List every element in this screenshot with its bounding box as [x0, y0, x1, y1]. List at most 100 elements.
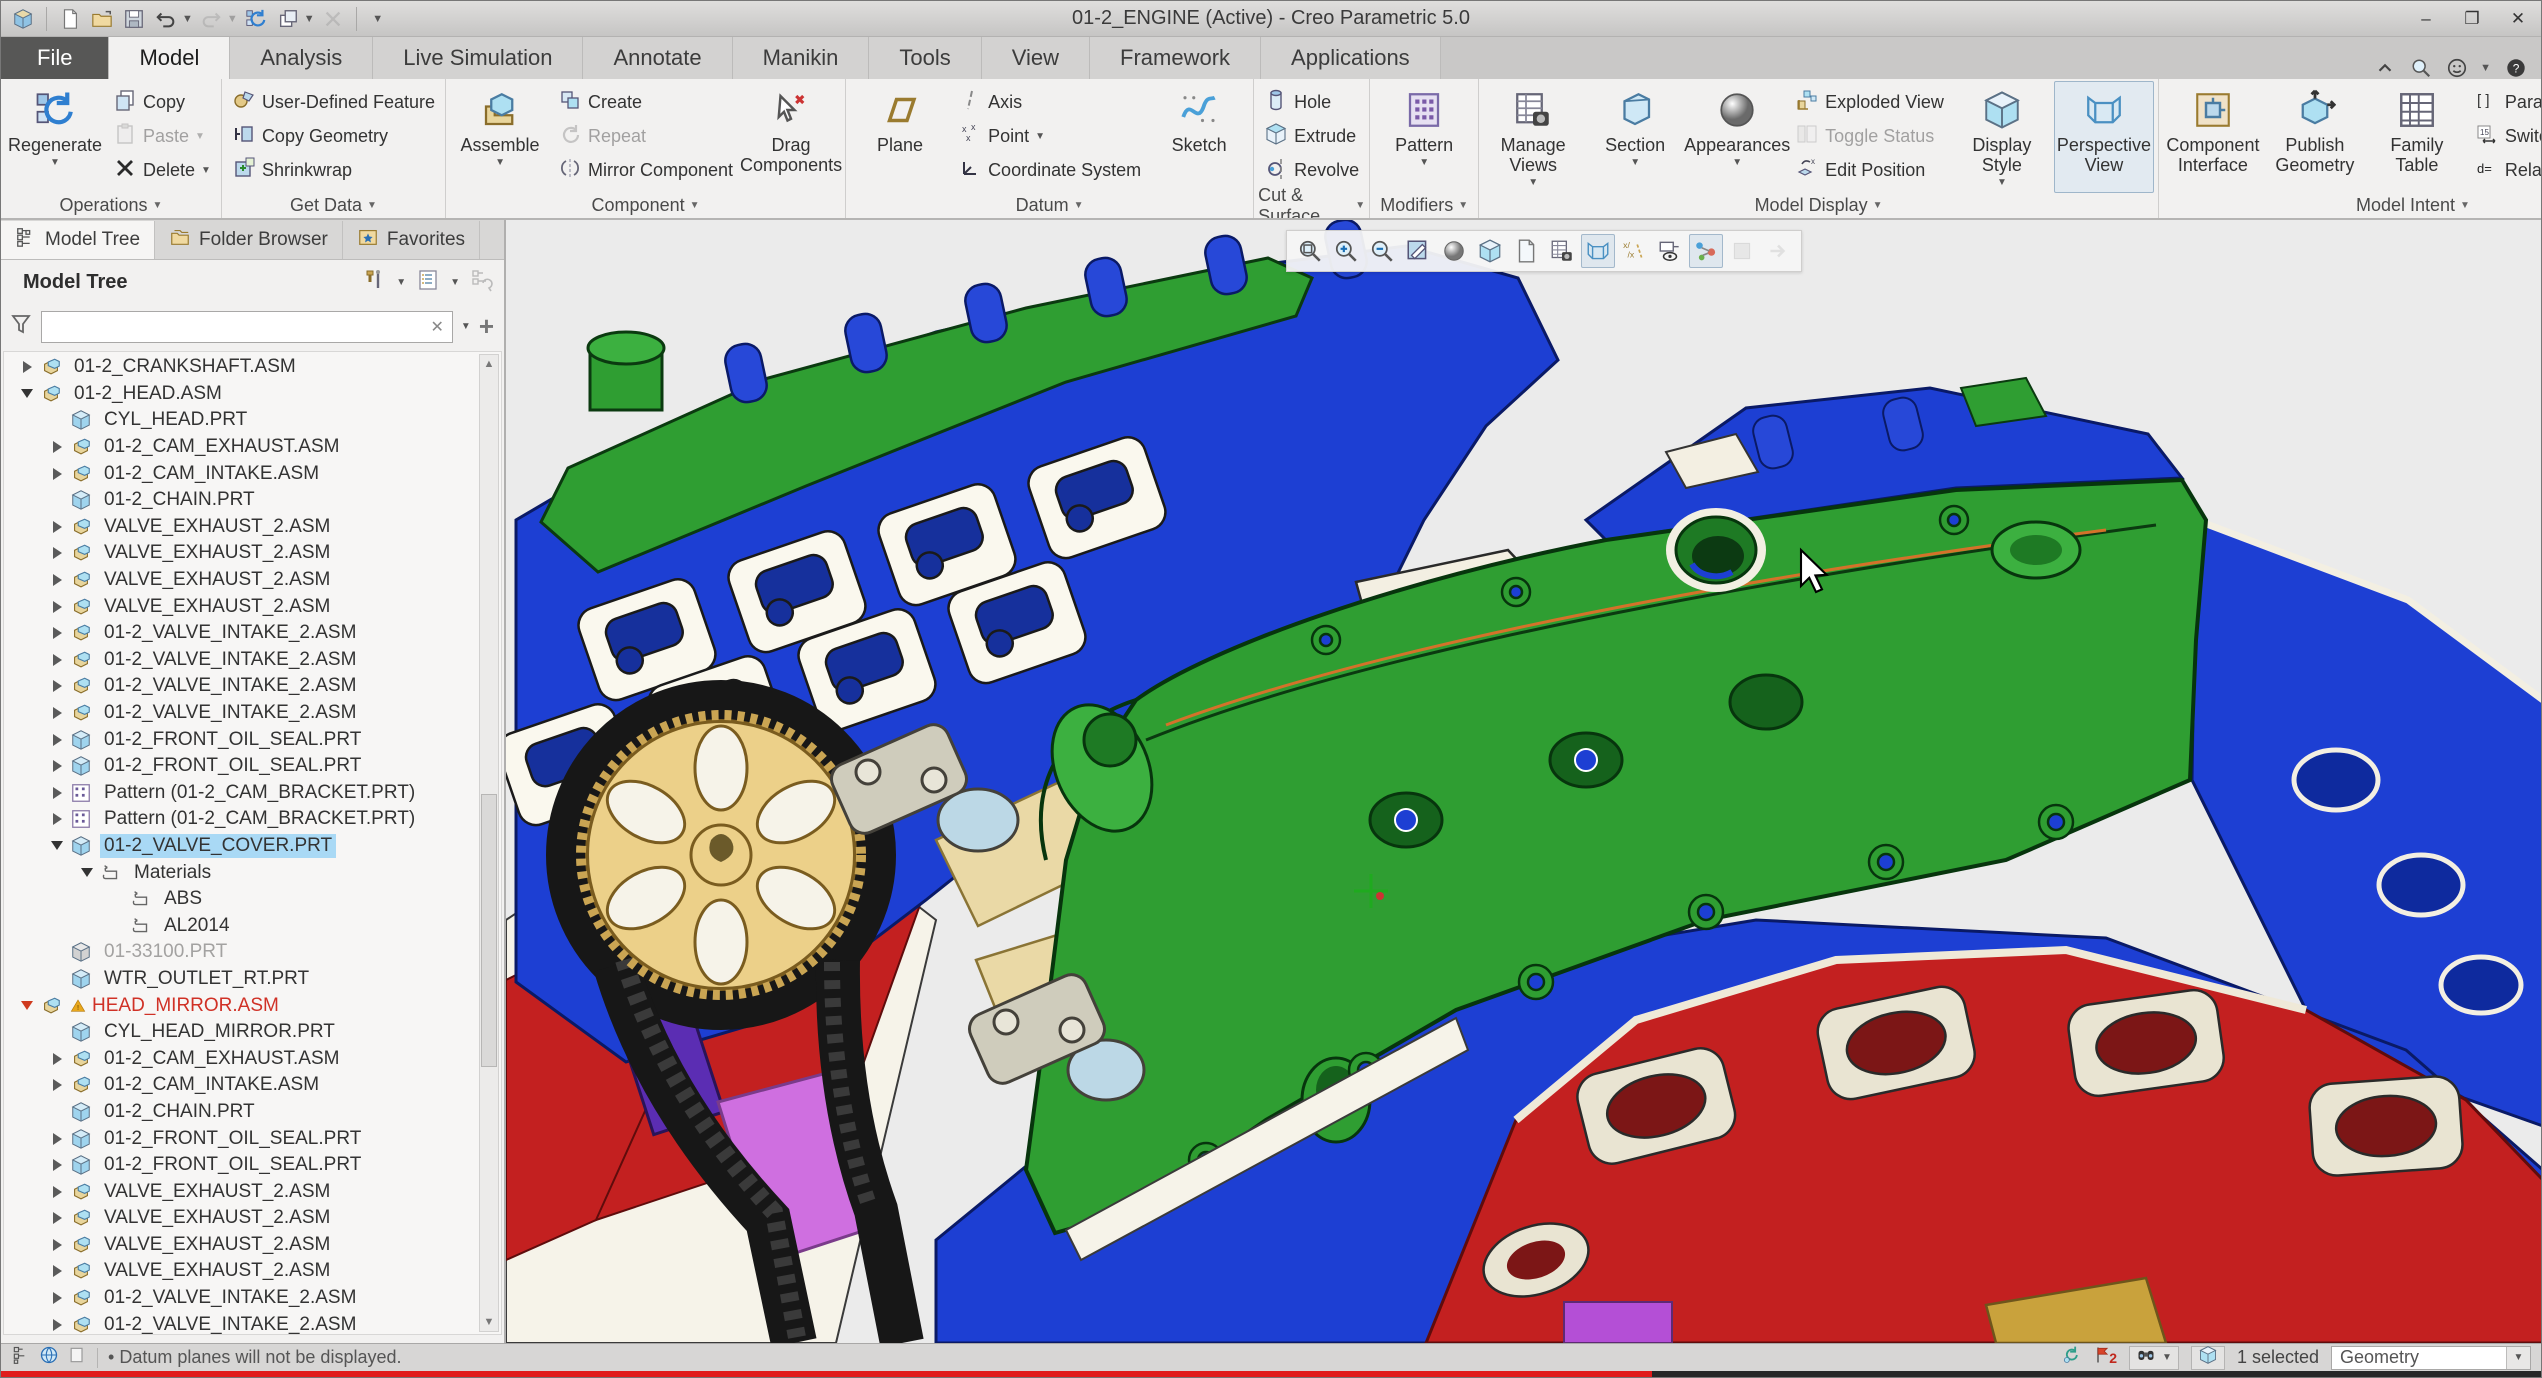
tree-item[interactable]: VALVE_EXHAUST_2.ASM — [4, 1232, 477, 1259]
tab-view[interactable]: View — [982, 37, 1090, 79]
search-dropdown-icon[interactable]: ▼ — [461, 321, 471, 332]
tree-item[interactable]: AL2014 — [4, 912, 477, 939]
assemble-button[interactable]: Assemble▼ — [450, 81, 550, 193]
expand-arrow-icon[interactable] — [46, 813, 68, 825]
tree-scrollbar[interactable]: ▲ ▼ — [479, 354, 499, 1332]
tree-item[interactable]: 01-2_VALVE_INTAKE_2.ASM — [4, 700, 477, 727]
expand-arrow-icon[interactable] — [46, 1239, 68, 1251]
find-tool[interactable]: ▼ — [2129, 1346, 2179, 1370]
manage-views-button[interactable]: Manage Views▼ — [1483, 81, 1583, 193]
selection-filter-dropdown[interactable]: Geometry ▼ — [2331, 1346, 2531, 1370]
minimize-button[interactable]: – — [2403, 5, 2449, 33]
expand-arrow-icon[interactable] — [46, 627, 68, 639]
plane-button[interactable]: Plane — [850, 81, 950, 193]
tree-item[interactable]: 01-2_CHAIN.PRT — [4, 487, 477, 514]
coordinate-system-button[interactable]: Coordinate System — [952, 153, 1147, 187]
expand-arrow-icon[interactable] — [46, 841, 68, 850]
expand-arrow-icon[interactable] — [46, 1212, 68, 1224]
expand-arrow-icon[interactable] — [46, 680, 68, 692]
close-button[interactable]: ✕ — [2495, 5, 2541, 33]
drag-components-button[interactable]: Drag Components — [741, 81, 841, 193]
tab-model[interactable]: Model — [109, 37, 230, 79]
delete-button[interactable]: Delete▼ — [107, 153, 217, 187]
tree-item[interactable]: WTR_OUTLET_RT.PRT — [4, 966, 477, 993]
expand-arrow-icon[interactable] — [46, 521, 68, 533]
datum-display-icon[interactable]: x//x — [1617, 234, 1651, 268]
copy-geometry-button[interactable]: Copy Geometry — [226, 119, 441, 153]
expand-arrow-icon[interactable] — [46, 787, 68, 799]
expand-arrow-icon[interactable] — [76, 868, 98, 877]
regen-status-icon[interactable] — [2061, 1345, 2081, 1370]
group-label-get-data[interactable]: Get Data▼ — [226, 193, 441, 218]
expand-arrow-icon[interactable] — [46, 734, 68, 746]
tree-item[interactable]: 01-2_FRONT_OIL_SEAL.PRT — [4, 726, 477, 753]
tree-item[interactable]: 01-2_FRONT_OIL_SEAL.PRT — [4, 753, 477, 780]
tree-item[interactable]: 01-2_VALVE_INTAKE_2.ASM — [4, 1311, 477, 1335]
group-label-modifiers[interactable]: Modifiers▼ — [1374, 193, 1474, 218]
tree-item[interactable]: VALVE_EXHAUST_2.ASM — [4, 567, 477, 594]
tree-item[interactable]: 01-2_CAM_INTAKE.ASM — [4, 460, 477, 487]
group-label-component[interactable]: Component▼ — [450, 193, 841, 218]
tab-file[interactable]: File — [1, 37, 109, 79]
expand-arrow-icon[interactable] — [46, 1319, 68, 1331]
video-progress-bar[interactable] — [1, 1371, 2541, 1378]
tree-item[interactable]: 01-2_CHAIN.PRT — [4, 1099, 477, 1126]
tree-item[interactable]: 01-2_VALVE_INTAKE_2.ASM — [4, 647, 477, 674]
refit-icon[interactable] — [1293, 234, 1327, 268]
redo-icon[interactable] — [197, 5, 225, 33]
user-defined-feature-button[interactable]: User-Defined Feature — [226, 85, 441, 119]
expand-arrow-icon[interactable] — [46, 1265, 68, 1277]
expand-arrow-icon[interactable] — [16, 389, 38, 398]
appearances-button[interactable]: Appearances▼ — [1687, 81, 1787, 193]
view-manager-icon[interactable] — [1545, 234, 1579, 268]
collapse-ribbon-icon[interactable] — [2374, 57, 2396, 79]
tree-settings-icon[interactable] — [416, 268, 440, 297]
create-button[interactable]: Create — [552, 85, 739, 119]
tree-item[interactable]: 01-2_CAM_INTAKE.ASM — [4, 1072, 477, 1099]
save-icon[interactable] — [120, 5, 148, 33]
panel-toggle-icon[interactable] — [11, 1345, 31, 1370]
expand-arrow-icon[interactable] — [46, 1133, 68, 1145]
axis-button[interactable]: Axis — [952, 85, 1147, 119]
parameters-button[interactable]: [ ]Parameters — [2469, 85, 2541, 119]
group-label-model-intent[interactable]: Model Intent▼ — [2163, 193, 2541, 218]
expand-arrow-icon[interactable] — [46, 760, 68, 772]
expand-arrow-icon[interactable] — [46, 547, 68, 559]
exploded-view-button[interactable]: Exploded View — [1789, 85, 1950, 119]
tree-item[interactable]: VALVE_EXHAUST_2.ASM — [4, 540, 477, 567]
tree-item[interactable]: 01-2_CAM_EXHAUST.ASM — [4, 434, 477, 461]
tree-item[interactable]: 01-2_VALVE_INTAKE_2.ASM — [4, 1285, 477, 1312]
tree-item[interactable]: !HEAD_MIRROR.ASM — [4, 992, 477, 1019]
zoom-out-icon[interactable] — [1365, 234, 1399, 268]
sketch-button[interactable]: Sketch — [1149, 81, 1249, 193]
tab-manikin[interactable]: Manikin — [733, 37, 870, 79]
group-label-cut-surface[interactable]: Cut & Surface▼ — [1258, 193, 1365, 218]
scroll-up-icon[interactable]: ▲ — [480, 355, 498, 373]
switch-windows-dropdown-icon[interactable]: ▼ — [304, 13, 315, 25]
tree-item[interactable]: VALVE_EXHAUST_2.ASM — [4, 1258, 477, 1285]
tree-item[interactable]: VALVE_EXHAUST_2.ASM — [4, 514, 477, 541]
tree-item[interactable]: 01-2_FRONT_OIL_SEAL.PRT — [4, 1152, 477, 1179]
scrollbar-thumb[interactable] — [481, 794, 497, 1067]
expand-arrow-icon[interactable] — [46, 1292, 68, 1304]
close-window-icon[interactable] — [319, 5, 347, 33]
revolve-button[interactable]: Revolve — [1258, 153, 1365, 187]
tree-item[interactable]: 01-2_CRANKSHAFT.ASM — [4, 354, 477, 381]
restore-button[interactable]: ❐ — [2449, 5, 2495, 33]
shading-icon[interactable] — [1437, 234, 1471, 268]
tree-search-input[interactable] — [42, 316, 423, 337]
tree-tools-icon[interactable] — [362, 268, 386, 297]
tree-item[interactable]: CYL_HEAD_MIRROR.PRT — [4, 1019, 477, 1046]
tree-item[interactable]: VALVE_EXHAUST_2.ASM — [4, 1178, 477, 1205]
perspective-icon[interactable] — [1581, 234, 1615, 268]
expand-arrow-icon[interactable] — [46, 601, 68, 613]
panel-tab-model-tree[interactable]: Model Tree — [1, 221, 155, 259]
expand-arrow-icon[interactable] — [46, 1186, 68, 1198]
flag-icon[interactable]: 2 — [2093, 1345, 2117, 1370]
search-icon[interactable] — [2410, 57, 2432, 79]
regenerate-button[interactable]: Regenerate▼ — [5, 81, 105, 193]
scroll-down-icon[interactable]: ▼ — [480, 1313, 498, 1331]
tree-item[interactable]: 01-2_VALVE_INTAKE_2.ASM — [4, 673, 477, 700]
undo-dropdown-icon[interactable]: ▼ — [182, 13, 193, 25]
component-interface-button[interactable]: Component Interface — [2163, 81, 2263, 193]
